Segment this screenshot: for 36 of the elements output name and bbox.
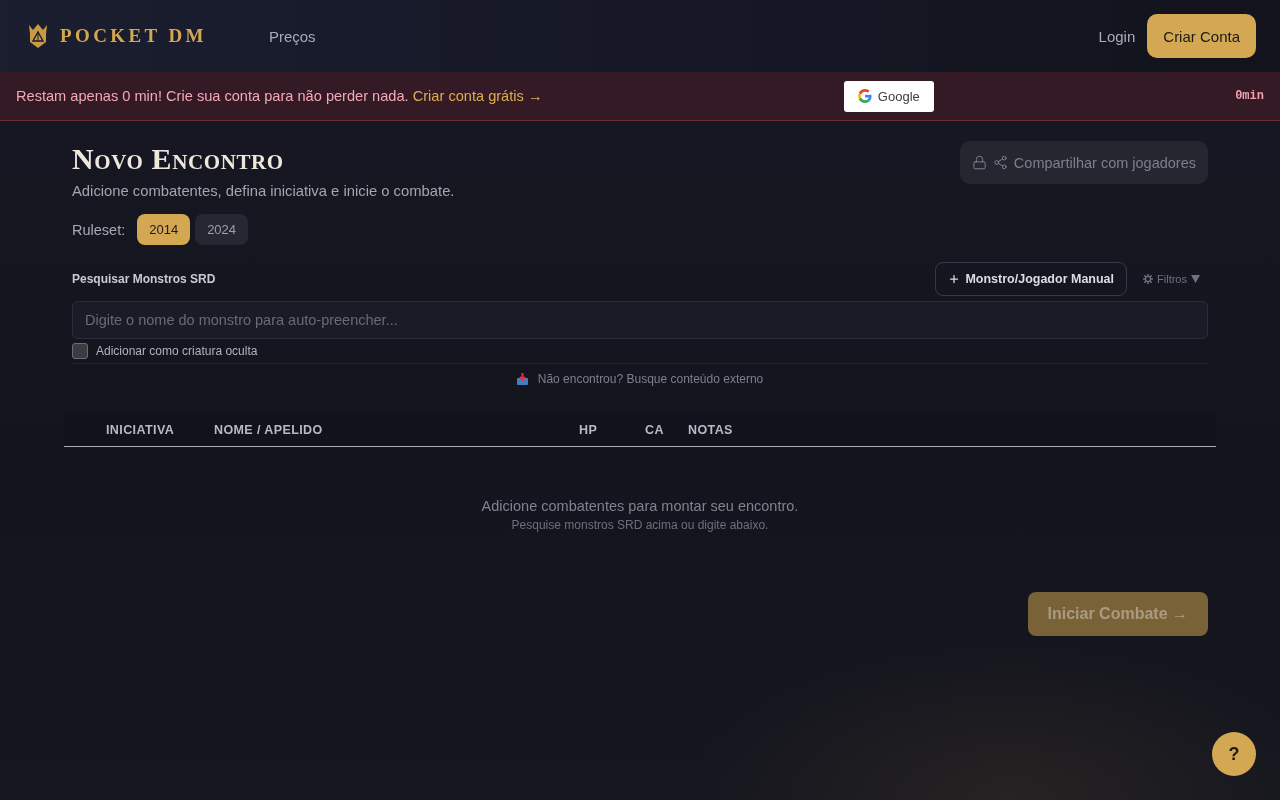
ruleset-option[interactable]: 2014 xyxy=(137,214,191,245)
login-link[interactable]: Login xyxy=(1098,27,1136,45)
lock-icon xyxy=(971,155,987,170)
column-header: INICIATIVA xyxy=(106,423,176,437)
filters-button[interactable]: Filtros xyxy=(1143,273,1208,285)
empty-state-title: Adicione combatentes para montar seu encontro. xyxy=(481,498,799,514)
external-content-link[interactable]: Não encontrou? Busque conteúdo externo xyxy=(537,372,764,386)
google-sign-in-button[interactable]: Google xyxy=(843,80,934,112)
column-header: HP xyxy=(579,423,599,437)
nav-link[interactable]: Preços xyxy=(268,27,316,45)
column-header: NOME / APELIDO xyxy=(214,423,324,437)
inbox-tray-icon xyxy=(516,373,528,385)
ruleset-label: Ruleset: xyxy=(72,221,126,238)
help-button[interactable]: ? xyxy=(1212,732,1256,776)
create-free-account-link[interactable]: Criar conta grátis → xyxy=(412,88,543,104)
logo-text: POCKET DM xyxy=(60,25,207,47)
hidden-creature-checkbox[interactable] xyxy=(72,343,88,359)
plus-icon xyxy=(948,273,961,285)
page-subtitle: Adicione combatentes, defina iniciativa e inicie o combate. xyxy=(72,183,455,199)
search-label: Pesquisar Monstros SRD xyxy=(72,272,216,286)
column-header: CA xyxy=(645,423,665,437)
monster-search-field[interactable]: Digite o nome do monstro para auto-preencher... xyxy=(72,301,1208,339)
ruleset-option[interactable]: 2024 xyxy=(195,214,249,245)
timer-text: 0min xyxy=(1235,89,1264,103)
gear-icon xyxy=(1143,274,1154,284)
create-account-button[interactable]: Criar Conta xyxy=(1147,14,1256,58)
crown-logo-icon xyxy=(28,23,48,49)
google-g-icon xyxy=(857,89,872,103)
manual-add-button[interactable]: Monstro/Jogador Manual xyxy=(935,262,1128,296)
page-title: Novo Encontro xyxy=(72,144,284,174)
share-icon xyxy=(992,155,1008,170)
banner-message: Restam apenas 0 min! Crie sua conta para não perder nada. Criar conta grátis → xyxy=(16,88,543,104)
empty-state-hint: Pesquise monstros SRD acima ou digite abaixo. xyxy=(511,518,769,532)
caret-down-icon xyxy=(1191,275,1200,283)
column-header: NOTAS xyxy=(688,423,734,437)
checkbox-label: Adicionar como criatura oculta xyxy=(96,344,258,358)
